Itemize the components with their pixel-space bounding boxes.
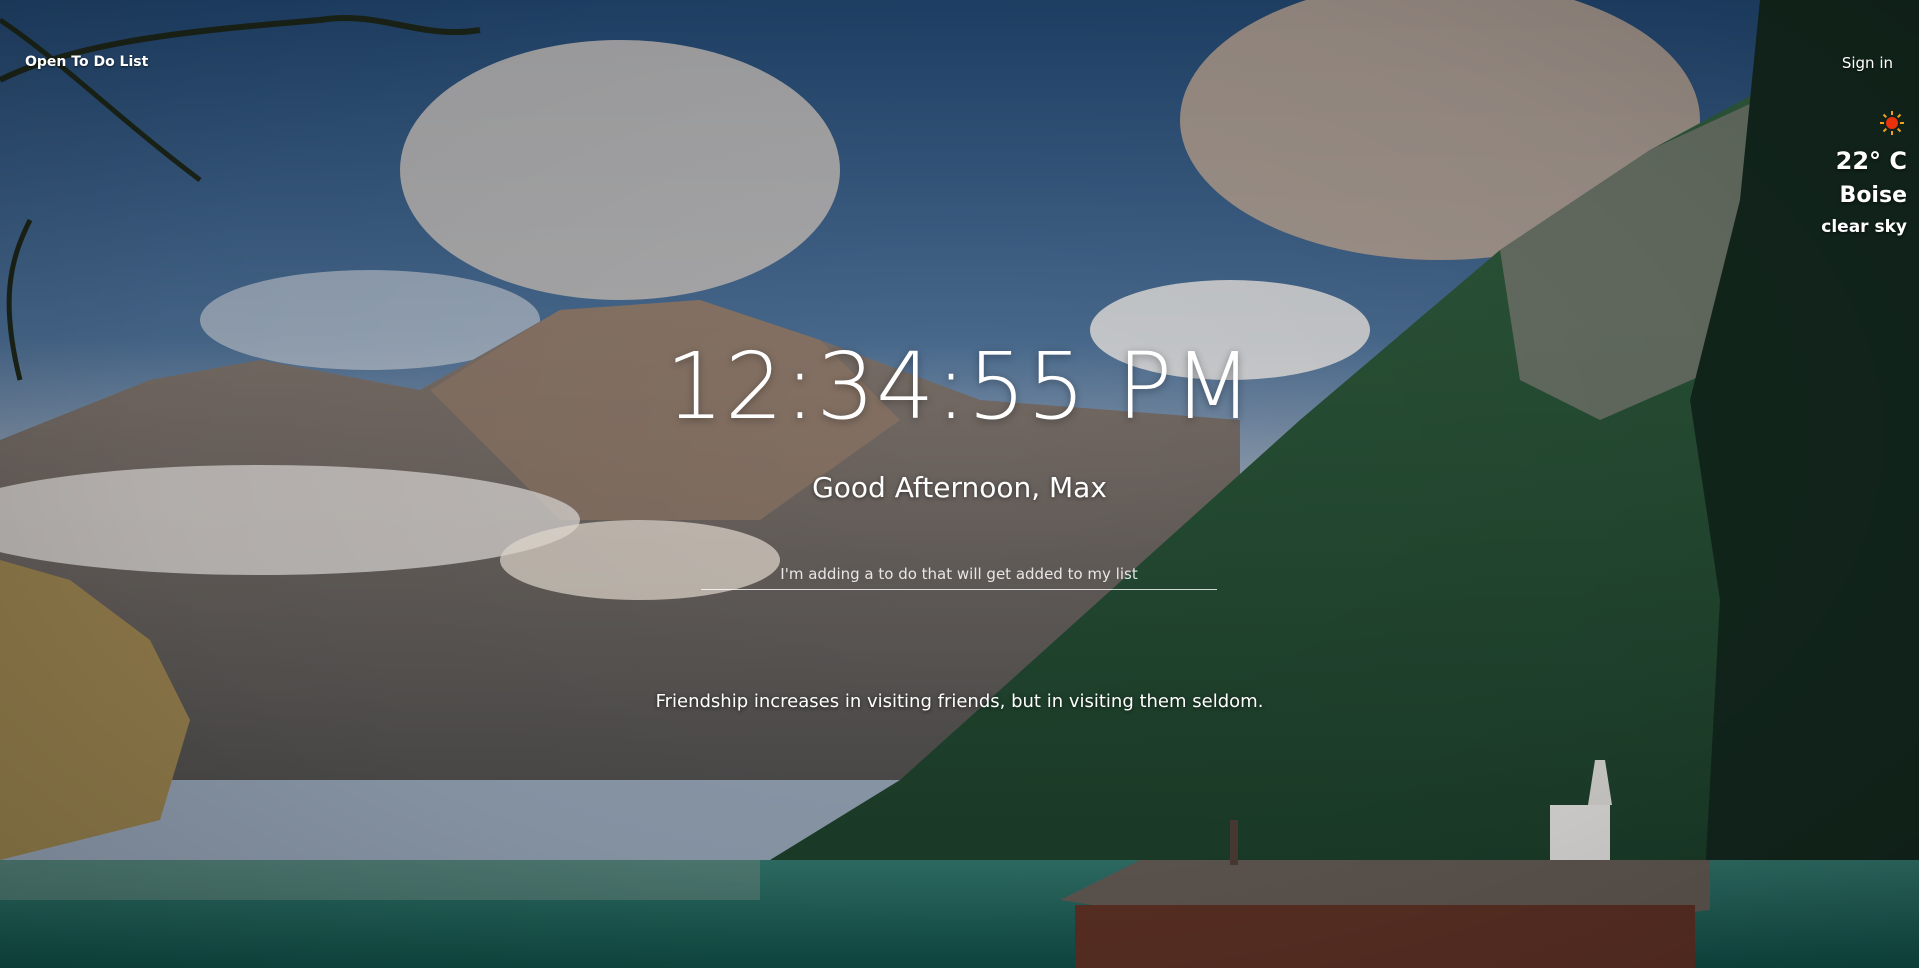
clock-time: 12:34:55 PM xyxy=(665,333,1254,440)
greeting-text: Good Afternoon, Max xyxy=(812,471,1107,504)
sign-in-link[interactable]: Sign in xyxy=(1842,54,1893,72)
new-tab-page: Open To Do List Sign in 22° C Boise clea… xyxy=(0,0,1919,968)
weather-widget: 22° C Boise clear sky xyxy=(1747,110,1907,238)
weather-description: clear sky xyxy=(1821,217,1907,237)
sun-icon xyxy=(1880,111,1904,135)
weather-temperature: 22° C xyxy=(1835,147,1907,175)
weather-city: Boise xyxy=(1839,183,1907,208)
todo-input[interactable] xyxy=(701,558,1217,590)
daily-quote: Friendship increases in visiting friends… xyxy=(655,691,1264,712)
open-todo-list-link[interactable]: Open To Do List xyxy=(25,54,148,70)
